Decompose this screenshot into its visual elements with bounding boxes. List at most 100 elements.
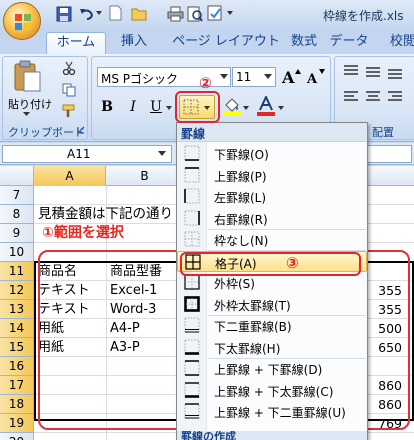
undo-icon[interactable] [79, 6, 95, 22]
row-header[interactable]: 12 [0, 281, 34, 300]
grow-font-icon[interactable]: A [280, 66, 302, 88]
open-folder-icon[interactable] [131, 6, 148, 21]
row-header[interactable]: 19 [0, 414, 34, 433]
qat-customize-icon[interactable] [227, 11, 233, 16]
italic-button[interactable]: I [123, 97, 143, 117]
border-menu-item-label: 上罫線 + 下太罫線(C) [214, 384, 334, 399]
border-menu-item[interactable]: 上罫線 + 下太罫線(C) [177, 380, 367, 401]
new-document-icon[interactable] [109, 5, 122, 21]
range-select-annotation: ①範囲を選択 [42, 225, 124, 241]
border-right-icon [184, 210, 200, 225]
border-top-double-bottom-icon [184, 403, 200, 419]
select-all-corner[interactable] [0, 166, 34, 186]
border-outside-icon [184, 274, 200, 290]
tab-data[interactable]: データ [327, 32, 371, 54]
font-name-dropdown-icon[interactable] [220, 74, 228, 79]
row-header[interactable]: 14 [0, 319, 34, 338]
print-icon[interactable] [167, 6, 184, 22]
shrink-font-icon[interactable]: A [304, 66, 326, 88]
font-color-icon[interactable] [256, 96, 276, 116]
row-header[interactable]: 17 [0, 376, 34, 395]
column-header-b[interactable]: B [106, 166, 184, 186]
office-button[interactable] [3, 2, 41, 40]
column-header-a[interactable]: A [34, 166, 106, 186]
row-header[interactable]: 13 [0, 300, 34, 319]
border-bottom-icon [184, 145, 200, 161]
border-menu-item-label: 下罫線(O) [214, 148, 269, 162]
name-box-dropdown-icon[interactable] [158, 151, 166, 156]
fill-color-icon[interactable] [222, 96, 242, 116]
border-thick-outside-icon [184, 295, 200, 312]
name-box[interactable]: A11 [2, 145, 172, 163]
row-header[interactable]: 10 [0, 243, 34, 262]
row-header[interactable]: 16 [0, 357, 34, 376]
tab-page-layout[interactable]: ページ レイアウト [166, 32, 286, 54]
fill-color-dropdown-icon[interactable] [243, 106, 249, 110]
border-menu-item-label: 外枠太罫線(T) [214, 298, 291, 313]
border-menu-item-label: 外枠(S) [214, 277, 255, 291]
border-menu-item[interactable]: 上罫線 + 下二重罫線(U) [177, 401, 367, 422]
border-menu-item[interactable]: 下太罫線(H) [177, 337, 367, 358]
tab-home[interactable]: ホーム [46, 32, 106, 54]
border-menu-item-label: 右罫線(R) [214, 212, 268, 227]
border-menu-item[interactable]: 右罫線(R) [177, 208, 367, 229]
copy-icon[interactable] [62, 83, 76, 97]
border-menu-item[interactable]: 外枠太罫線(T) [177, 294, 367, 315]
border-menu-item[interactable]: 左罫線(L) [177, 186, 367, 207]
font-name-value: MS Pゴシック [101, 72, 179, 86]
border-menu-item[interactable]: 上罫線 + 下罫線(D) [177, 358, 367, 379]
paste-button-label[interactable]: 貼り付け [8, 96, 52, 112]
font-color-dropdown-icon[interactable] [278, 106, 284, 110]
underline-dropdown-icon[interactable] [166, 106, 172, 110]
border-left-icon [184, 188, 200, 204]
spelling-icon[interactable] [207, 5, 223, 21]
tab-review[interactable]: 校閲 [383, 32, 414, 54]
border-top-icon [184, 166, 200, 182]
row-header[interactable]: 20 [0, 433, 34, 440]
font-size-dropdown-icon[interactable] [264, 74, 272, 79]
border-menu-item-label: 左罫線(L) [214, 191, 267, 205]
row-header[interactable]: 9 [0, 224, 34, 243]
border-top-bottom-icon [184, 360, 200, 376]
step-2-marker: ② [199, 74, 212, 92]
clipboard-launcher-icon[interactable] [77, 126, 85, 134]
border-thick-bottom-icon [184, 339, 200, 355]
paste-dropdown-icon[interactable] [23, 112, 30, 117]
border-menu-item-label: 上罫線 + 下罫線(D) [214, 363, 323, 377]
row-header[interactable]: 18 [0, 395, 34, 414]
border-double-bottom-icon [184, 317, 200, 333]
print-preview-icon[interactable] [187, 6, 203, 22]
undo-dropdown-icon[interactable] [96, 11, 102, 16]
save-icon[interactable] [56, 6, 72, 22]
clipboard-group-label: クリップボード [8, 126, 85, 139]
row-header[interactable]: 8 [0, 205, 34, 224]
bold-button[interactable]: B [97, 97, 117, 117]
border-menu-item-label: 上罫線 + 下二重罫線(U) [214, 406, 346, 420]
border-menu-item[interactable]: 下罫線(O) [177, 143, 367, 164]
border-top-thick-bottom-icon [184, 381, 200, 398]
border-menu-item[interactable]: 上罫線(P) [177, 165, 367, 186]
tab-formulas[interactable]: 数式 [284, 32, 324, 54]
border-menu-item[interactable]: 下二重罫線(B) [177, 315, 367, 336]
row-header[interactable]: 7 [0, 186, 34, 205]
underline-button[interactable]: U [146, 97, 166, 117]
format-painter-icon[interactable] [62, 104, 76, 118]
border-menu-item-label: 下太罫線(H) [214, 341, 281, 356]
border-none-icon [184, 231, 200, 247]
font-size-value: 11 [236, 70, 252, 84]
alignment-icons[interactable] [340, 60, 414, 124]
row-header[interactable]: 11 [0, 262, 34, 281]
paste-icon[interactable] [12, 60, 42, 92]
row-header[interactable]: 15 [0, 338, 34, 357]
alignment-group-label: 配置 [372, 126, 394, 139]
cut-icon[interactable] [62, 61, 76, 75]
grow-font-glyph: A [281, 68, 295, 87]
border-menu-item[interactable]: 枠なし(N) [177, 229, 367, 250]
cell-a8[interactable]: 見積金額は下記の通り [38, 205, 173, 224]
tab-insert[interactable]: 挿入 [112, 32, 156, 54]
border-menu-item-label: 下二重罫線(B) [214, 320, 292, 334]
step-3-marker: ③ [286, 254, 299, 272]
border-menu-header: 罫線 [177, 123, 367, 142]
border-menu-draw-header: 罫線の作成 [177, 431, 367, 440]
shrink-font-glyph: A [306, 72, 318, 87]
